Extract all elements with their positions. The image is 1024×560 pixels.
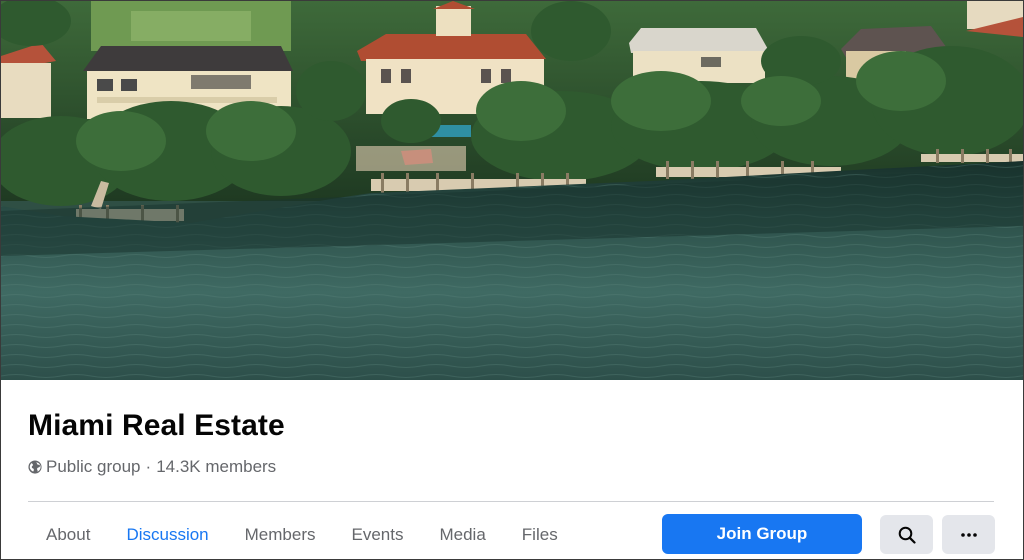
more-horizontal-icon — [960, 532, 977, 537]
tab-members[interactable]: Members — [227, 515, 334, 555]
privacy-label: Public group — [46, 457, 141, 476]
group-tabs: About Discussion Members Events Media Fi… — [28, 515, 576, 555]
search-button[interactable] — [880, 515, 933, 554]
tab-files[interactable]: Files — [504, 515, 576, 555]
meta-separator: · — [145, 457, 152, 476]
group-meta: Public group · 14.3K members — [28, 456, 276, 478]
member-count[interactable]: 14.3K members — [156, 457, 276, 477]
more-options-button[interactable] — [942, 515, 995, 554]
tab-about[interactable]: About — [28, 515, 108, 555]
group-page: Miami Real Estate Public group · 14.3K m… — [0, 0, 1024, 560]
tab-media[interactable]: Media — [421, 515, 503, 555]
tab-events[interactable]: Events — [334, 515, 422, 555]
search-icon — [898, 526, 916, 544]
group-name: Miami Real Estate — [28, 409, 285, 442]
tab-discussion[interactable]: Discussion — [108, 515, 226, 555]
cover-photo[interactable] — [1, 1, 1023, 380]
join-group-button[interactable]: Join Group — [662, 514, 862, 554]
globe-icon — [28, 460, 42, 474]
header-divider — [28, 501, 994, 502]
